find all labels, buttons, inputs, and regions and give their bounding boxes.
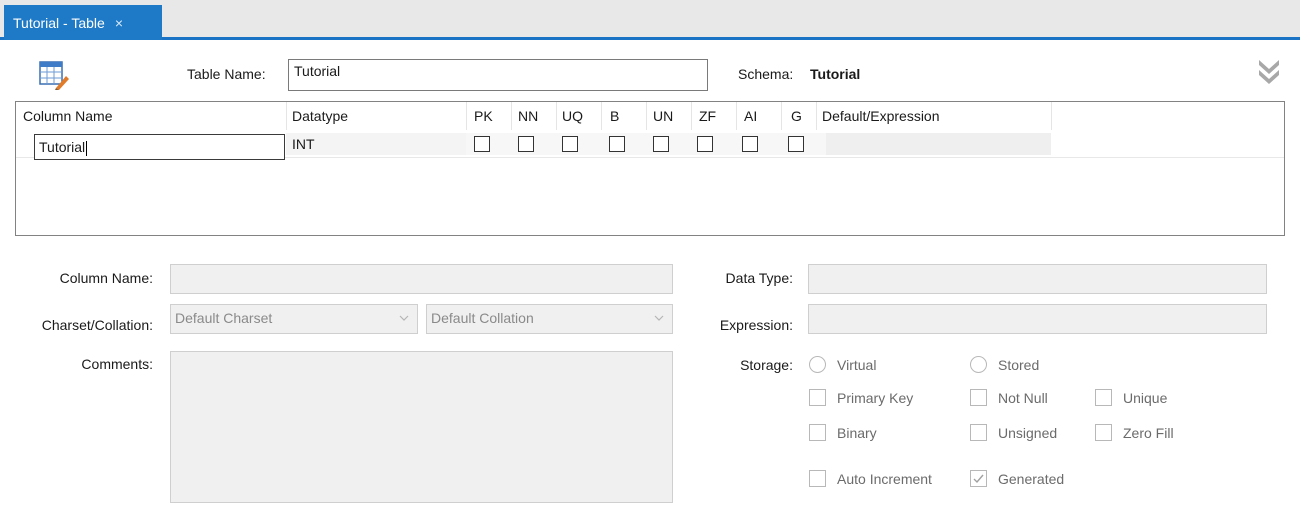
stored-label: Stored [998, 356, 1040, 373]
pk-checkbox[interactable] [474, 136, 490, 152]
uq-checkbox[interactable] [562, 136, 578, 152]
tab-label: Tutorial - Table [13, 14, 105, 31]
virtual-label: Virtual [837, 356, 877, 373]
tab-bar: Tutorial - Table × [0, 0, 1300, 40]
collation-value: Default Collation [431, 310, 534, 326]
radio-button[interactable] [970, 356, 987, 373]
checkbox-checked[interactable] [970, 470, 987, 487]
checkbox[interactable] [809, 424, 826, 441]
schema-value: Tutorial [810, 66, 861, 82]
un-checkbox[interactable] [653, 136, 669, 152]
close-icon[interactable]: × [115, 15, 123, 31]
header-separator [556, 102, 557, 130]
text-caret [86, 140, 88, 156]
data-type-label: Data Type: [725, 270, 793, 286]
table-name-label: Table Name: [187, 66, 266, 82]
chevron-down-icon [654, 315, 664, 321]
header-default-expression[interactable]: Default/Expression [822, 108, 940, 124]
virtual-radio[interactable]: Virtual [809, 356, 876, 373]
binary-option[interactable]: Binary [809, 424, 877, 441]
column-name-edit-value: Tutorial [39, 139, 86, 155]
header-g[interactable]: G [791, 108, 802, 124]
header-uq[interactable]: UQ [562, 108, 583, 124]
header-datatype[interactable]: Datatype [292, 108, 348, 124]
charset-select[interactable]: Default Charset [170, 304, 418, 334]
collation-select[interactable]: Default Collation [426, 304, 673, 334]
expression-input[interactable] [808, 304, 1267, 334]
column-name-editor[interactable]: Tutorial [34, 134, 285, 160]
header-un[interactable]: UN [653, 108, 673, 124]
charset-collation-label: Charset/Collation: [41, 317, 153, 333]
g-checkbox[interactable] [788, 136, 804, 152]
zero-fill-label: Zero Fill [1123, 424, 1174, 441]
ai-checkbox[interactable] [742, 136, 758, 152]
generated-option[interactable]: Generated [970, 470, 1064, 487]
nn-checkbox[interactable] [518, 136, 534, 152]
datatype-value: INT [292, 136, 315, 152]
unsigned-label: Unsigned [998, 424, 1058, 441]
not-null-option[interactable]: Not Null [970, 389, 1048, 406]
comments-label: Comments: [81, 356, 153, 372]
column-name-detail-label: Column Name: [59, 270, 153, 286]
zf-checkbox[interactable] [697, 136, 713, 152]
tab-tutorial-table[interactable]: Tutorial - Table × [4, 5, 162, 40]
header-separator [286, 102, 287, 130]
header-separator [511, 102, 512, 130]
double-chevron-down-icon[interactable] [1256, 56, 1282, 86]
storage-label: Storage: [740, 357, 793, 373]
charset-value: Default Charset [175, 310, 273, 326]
table-name-input[interactable]: Tutorial [288, 59, 708, 91]
primary-key-option[interactable]: Primary Key [809, 389, 913, 406]
stored-radio[interactable]: Stored [970, 356, 1039, 373]
header-nn[interactable]: NN [518, 108, 538, 124]
checkbox[interactable] [1095, 389, 1112, 406]
binary-label: Binary [837, 424, 877, 441]
header-separator [691, 102, 692, 130]
header-b[interactable]: B [610, 108, 619, 124]
checkbox[interactable] [970, 389, 987, 406]
header-separator [466, 102, 467, 130]
generated-label: Generated [998, 470, 1065, 487]
checkbox[interactable] [1095, 424, 1112, 441]
checkmark-icon [973, 474, 984, 484]
header-separator [816, 102, 817, 130]
checkbox[interactable] [809, 470, 826, 487]
header-column-name[interactable]: Column Name [23, 108, 112, 124]
header-separator [781, 102, 782, 130]
auto-increment-option[interactable]: Auto Increment [809, 470, 932, 487]
header-separator [1051, 102, 1052, 130]
expression-label: Expression: [719, 317, 793, 333]
b-checkbox[interactable] [609, 136, 625, 152]
table-edit-icon [39, 61, 69, 90]
header-separator [736, 102, 737, 130]
unsigned-option[interactable]: Unsigned [970, 424, 1057, 441]
unique-option[interactable]: Unique [1095, 389, 1167, 406]
checkbox[interactable] [809, 389, 826, 406]
chevron-down-icon [399, 315, 409, 321]
columns-grid: Column Name Datatype PK NN UQ B UN ZF AI… [15, 101, 1285, 236]
header-ai[interactable]: AI [744, 108, 757, 124]
column-name-detail-input[interactable] [170, 264, 673, 294]
unique-label: Unique [1123, 389, 1168, 406]
table-row[interactable]: Tutorial INT [16, 130, 1284, 160]
comments-textarea[interactable] [170, 351, 673, 503]
default-cell[interactable] [826, 133, 1051, 155]
primary-key-label: Primary Key [837, 389, 914, 406]
checkbox[interactable] [970, 424, 987, 441]
data-type-input[interactable] [808, 264, 1267, 294]
grid-header: Column Name Datatype PK NN UQ B UN ZF AI… [16, 102, 1284, 130]
table-name-value: Tutorial [294, 63, 341, 79]
header-pk[interactable]: PK [474, 108, 493, 124]
zero-fill-option[interactable]: Zero Fill [1095, 424, 1174, 441]
not-null-label: Not Null [998, 389, 1048, 406]
auto-increment-label: Auto Increment [837, 470, 932, 487]
header-separator [646, 102, 647, 130]
header-zf[interactable]: ZF [699, 108, 716, 124]
radio-button[interactable] [809, 356, 826, 373]
schema-label: Schema: [738, 66, 794, 82]
header-separator [601, 102, 602, 130]
